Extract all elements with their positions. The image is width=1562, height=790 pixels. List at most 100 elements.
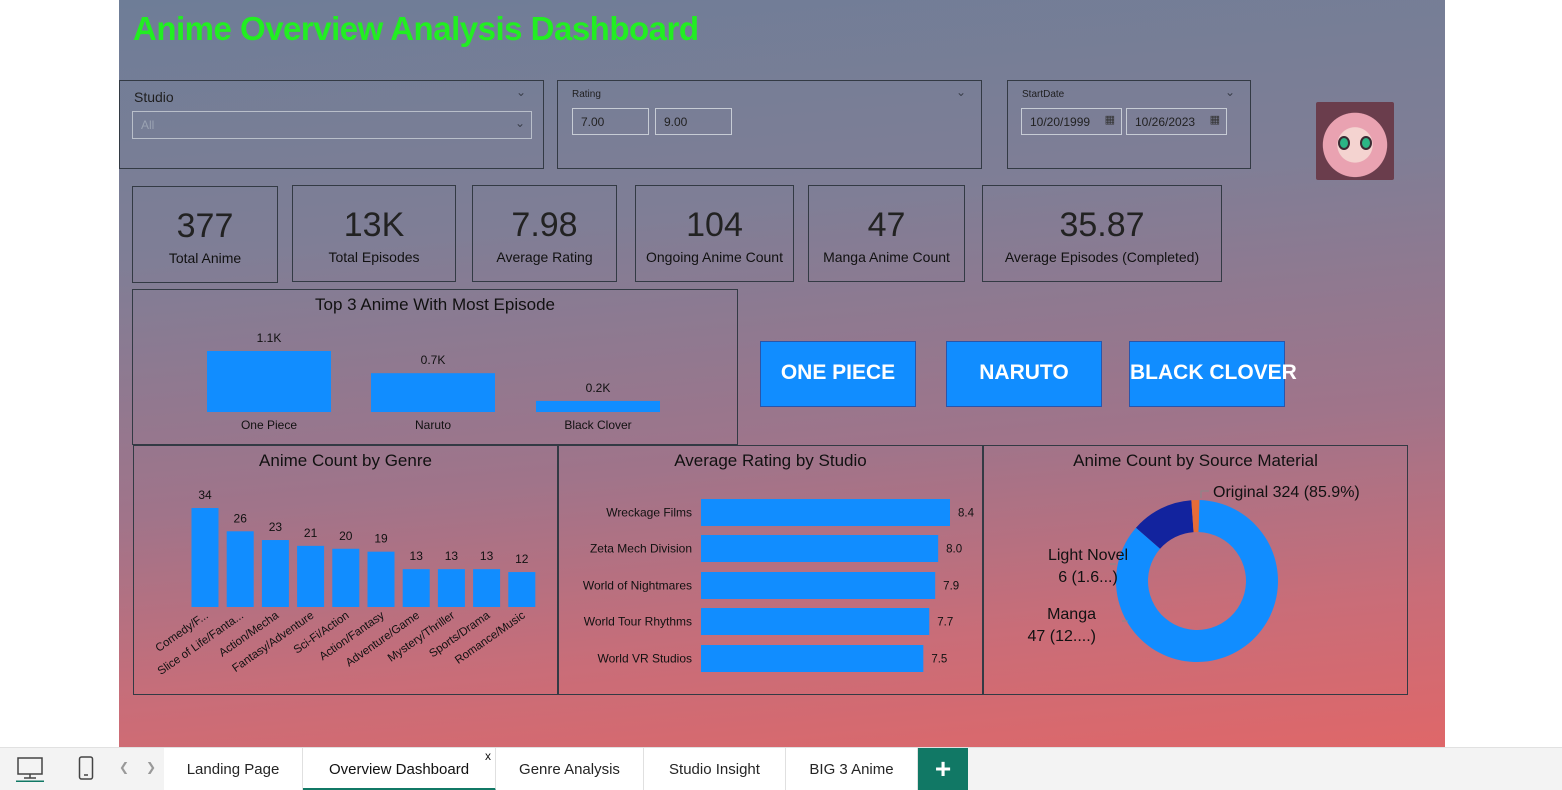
studio-slicer: Studio ⌄ All ⌄	[119, 80, 544, 169]
bar	[371, 373, 495, 412]
x-tick-label: Naruto	[415, 418, 451, 432]
anime-character-avatar	[1316, 102, 1394, 180]
data-label: 26	[234, 511, 248, 525]
tab-genre-analysis[interactable]: Genre Analysis	[496, 748, 644, 790]
page-title: Anime Overview Analysis Dashboard	[133, 10, 699, 47]
naruto-button[interactable]: NARUTO	[946, 341, 1102, 407]
kpi-average-episodes: 35.87 Average Episodes (Completed)	[982, 185, 1222, 282]
tab-overview-dashboard[interactable]: Overview Dashboard x	[303, 748, 496, 790]
data-label: 0.7K	[421, 353, 446, 367]
data-label: 0.2K	[586, 381, 611, 395]
desktop-view-icon[interactable]	[16, 756, 44, 787]
slice-label: 6 (1.6...)	[1058, 569, 1118, 586]
data-label: 13	[480, 549, 494, 563]
rating-max-input[interactable]: 9.00	[655, 108, 732, 135]
tab-label: Overview Dashboard	[328, 761, 470, 778]
studio-rating-chart: Average Rating by Studio 8.4 Wreckage Fil…	[558, 445, 983, 695]
studio-dropdown[interactable]: All ⌄	[132, 111, 532, 139]
rating-min-input[interactable]: 7.00	[572, 108, 649, 135]
startdate-slicer-label: StartDate	[1022, 89, 1065, 100]
bar	[473, 569, 501, 607]
x-tick-label: Black Clover	[564, 418, 631, 432]
add-page-button[interactable]: +	[918, 748, 968, 790]
y-tick-label: World Tour Rhythms	[584, 615, 692, 629]
kpi-value: 377	[176, 207, 234, 245]
tab-landing-page[interactable]: Landing Page	[164, 748, 303, 790]
source-material-chart: Anime Count by Source Material Original …	[983, 445, 1408, 695]
calendar-icon[interactable]: ▦	[1210, 113, 1220, 126]
data-label: 13	[445, 549, 459, 563]
data-label: 1.1K	[257, 331, 282, 345]
studio-slicer-label: Studio	[134, 89, 174, 105]
slice-label: Light Novel	[1048, 547, 1128, 564]
bar	[701, 535, 939, 562]
mobile-view-icon[interactable]	[78, 756, 94, 787]
kpi-value: 47	[867, 206, 906, 244]
start-date-from-input[interactable]: 10/20/1999 ▦	[1021, 108, 1122, 135]
slice-label: Original 324 (85.9%)	[1213, 484, 1360, 501]
tab-label: Genre Analysis	[519, 761, 620, 778]
y-tick-label: Wreckage Films	[606, 506, 692, 520]
kpi-label: Average Rating	[496, 249, 593, 265]
slice-label: Manga	[1047, 606, 1096, 623]
black-clover-button[interactable]: BLACK CLOVER	[1129, 341, 1297, 407]
source-donut-plot: Original 324 (85.9%) Light Novel 6 (1.6...…	[1028, 484, 1360, 662]
chevron-left-icon[interactable]: ❮	[119, 760, 129, 774]
tab-big3-anime[interactable]: BIG 3 Anime	[786, 748, 918, 790]
slice-label: 47 (12....)	[1028, 628, 1096, 645]
data-label: 7.9	[943, 581, 959, 593]
data-label: 34	[198, 488, 212, 502]
chevron-down-icon[interactable]: ⌄	[956, 85, 966, 99]
y-tick-label: World of Nightmares	[583, 579, 692, 593]
data-label: 13	[410, 549, 424, 563]
kpi-value: 7.98	[511, 206, 578, 244]
genre-count-chart: Anime Count by Genre 34 Comedy/F... 26 Slic…	[133, 445, 558, 695]
start-date-to-value: 10/26/2023	[1135, 115, 1196, 129]
kpi-label: Manga Anime Count	[823, 249, 950, 265]
chevron-down-icon[interactable]: ⌄	[1225, 85, 1235, 99]
bar	[297, 545, 325, 607]
data-label: 12	[515, 552, 529, 566]
bar	[536, 400, 660, 412]
calendar-icon[interactable]: ▦	[1105, 113, 1115, 126]
bar	[261, 540, 289, 607]
data-label: 23	[269, 520, 283, 534]
kpi-label: Average Episodes (Completed)	[1004, 249, 1200, 265]
page-tab-bar: ❮ ❯ Landing Page Overview Dashboard x Ge…	[0, 747, 1562, 790]
chevron-down-icon[interactable]: ⌄	[516, 85, 526, 99]
tab-label: Studio Insight	[669, 761, 760, 778]
close-tab-icon[interactable]: x	[485, 734, 491, 778]
kpi-value: 104	[686, 206, 743, 244]
bar	[402, 569, 430, 607]
bar	[191, 508, 219, 607]
top3-episodes-chart: Top 3 Anime With Most Episode 1.1K One Pi…	[132, 289, 738, 445]
start-date-from-value: 10/20/1999	[1030, 115, 1091, 129]
report-window: Anime Overview Analysis Dashboard Studio…	[0, 0, 1562, 790]
bar	[508, 572, 536, 607]
bar	[367, 551, 395, 607]
one-piece-button[interactable]: ONE PIECE	[760, 341, 916, 407]
avatar-eye-right	[1360, 136, 1372, 150]
kpi-label: Total Episodes	[328, 249, 420, 265]
tab-studio-insight[interactable]: Studio Insight	[644, 748, 786, 790]
data-label: 21	[304, 526, 318, 540]
studio-chart-plot: 8.4 Wreckage Films 8.0 Zeta Mech Division 7.…	[583, 499, 975, 672]
avatar-eye-left	[1338, 136, 1350, 150]
kpi-value: 13K	[343, 206, 405, 244]
kpi-total-anime: 377 Total Anime	[132, 186, 278, 283]
bar	[701, 499, 950, 526]
bar	[701, 645, 924, 672]
x-tick-label: One Piece	[241, 418, 297, 432]
start-date-to-input[interactable]: 10/26/2023 ▦	[1126, 108, 1227, 135]
top3-chart-plot: 1.1K One Piece 0.7K Naruto 0.2K Black Clover	[207, 331, 660, 432]
bar	[207, 351, 331, 412]
kpi-label: Ongoing Anime Count	[646, 249, 783, 265]
genre-chart-plot: 34Comedy/F...26Slice of Life/Fanta...23A…	[154, 488, 536, 678]
data-label: 19	[374, 532, 388, 546]
tab-label: BIG 3 Anime	[809, 761, 894, 778]
bar	[701, 572, 936, 599]
data-label: 7.7	[937, 617, 953, 629]
chevron-right-icon[interactable]: ❯	[146, 760, 156, 774]
kpi-label: Total Anime	[168, 250, 242, 266]
bar	[332, 548, 360, 607]
